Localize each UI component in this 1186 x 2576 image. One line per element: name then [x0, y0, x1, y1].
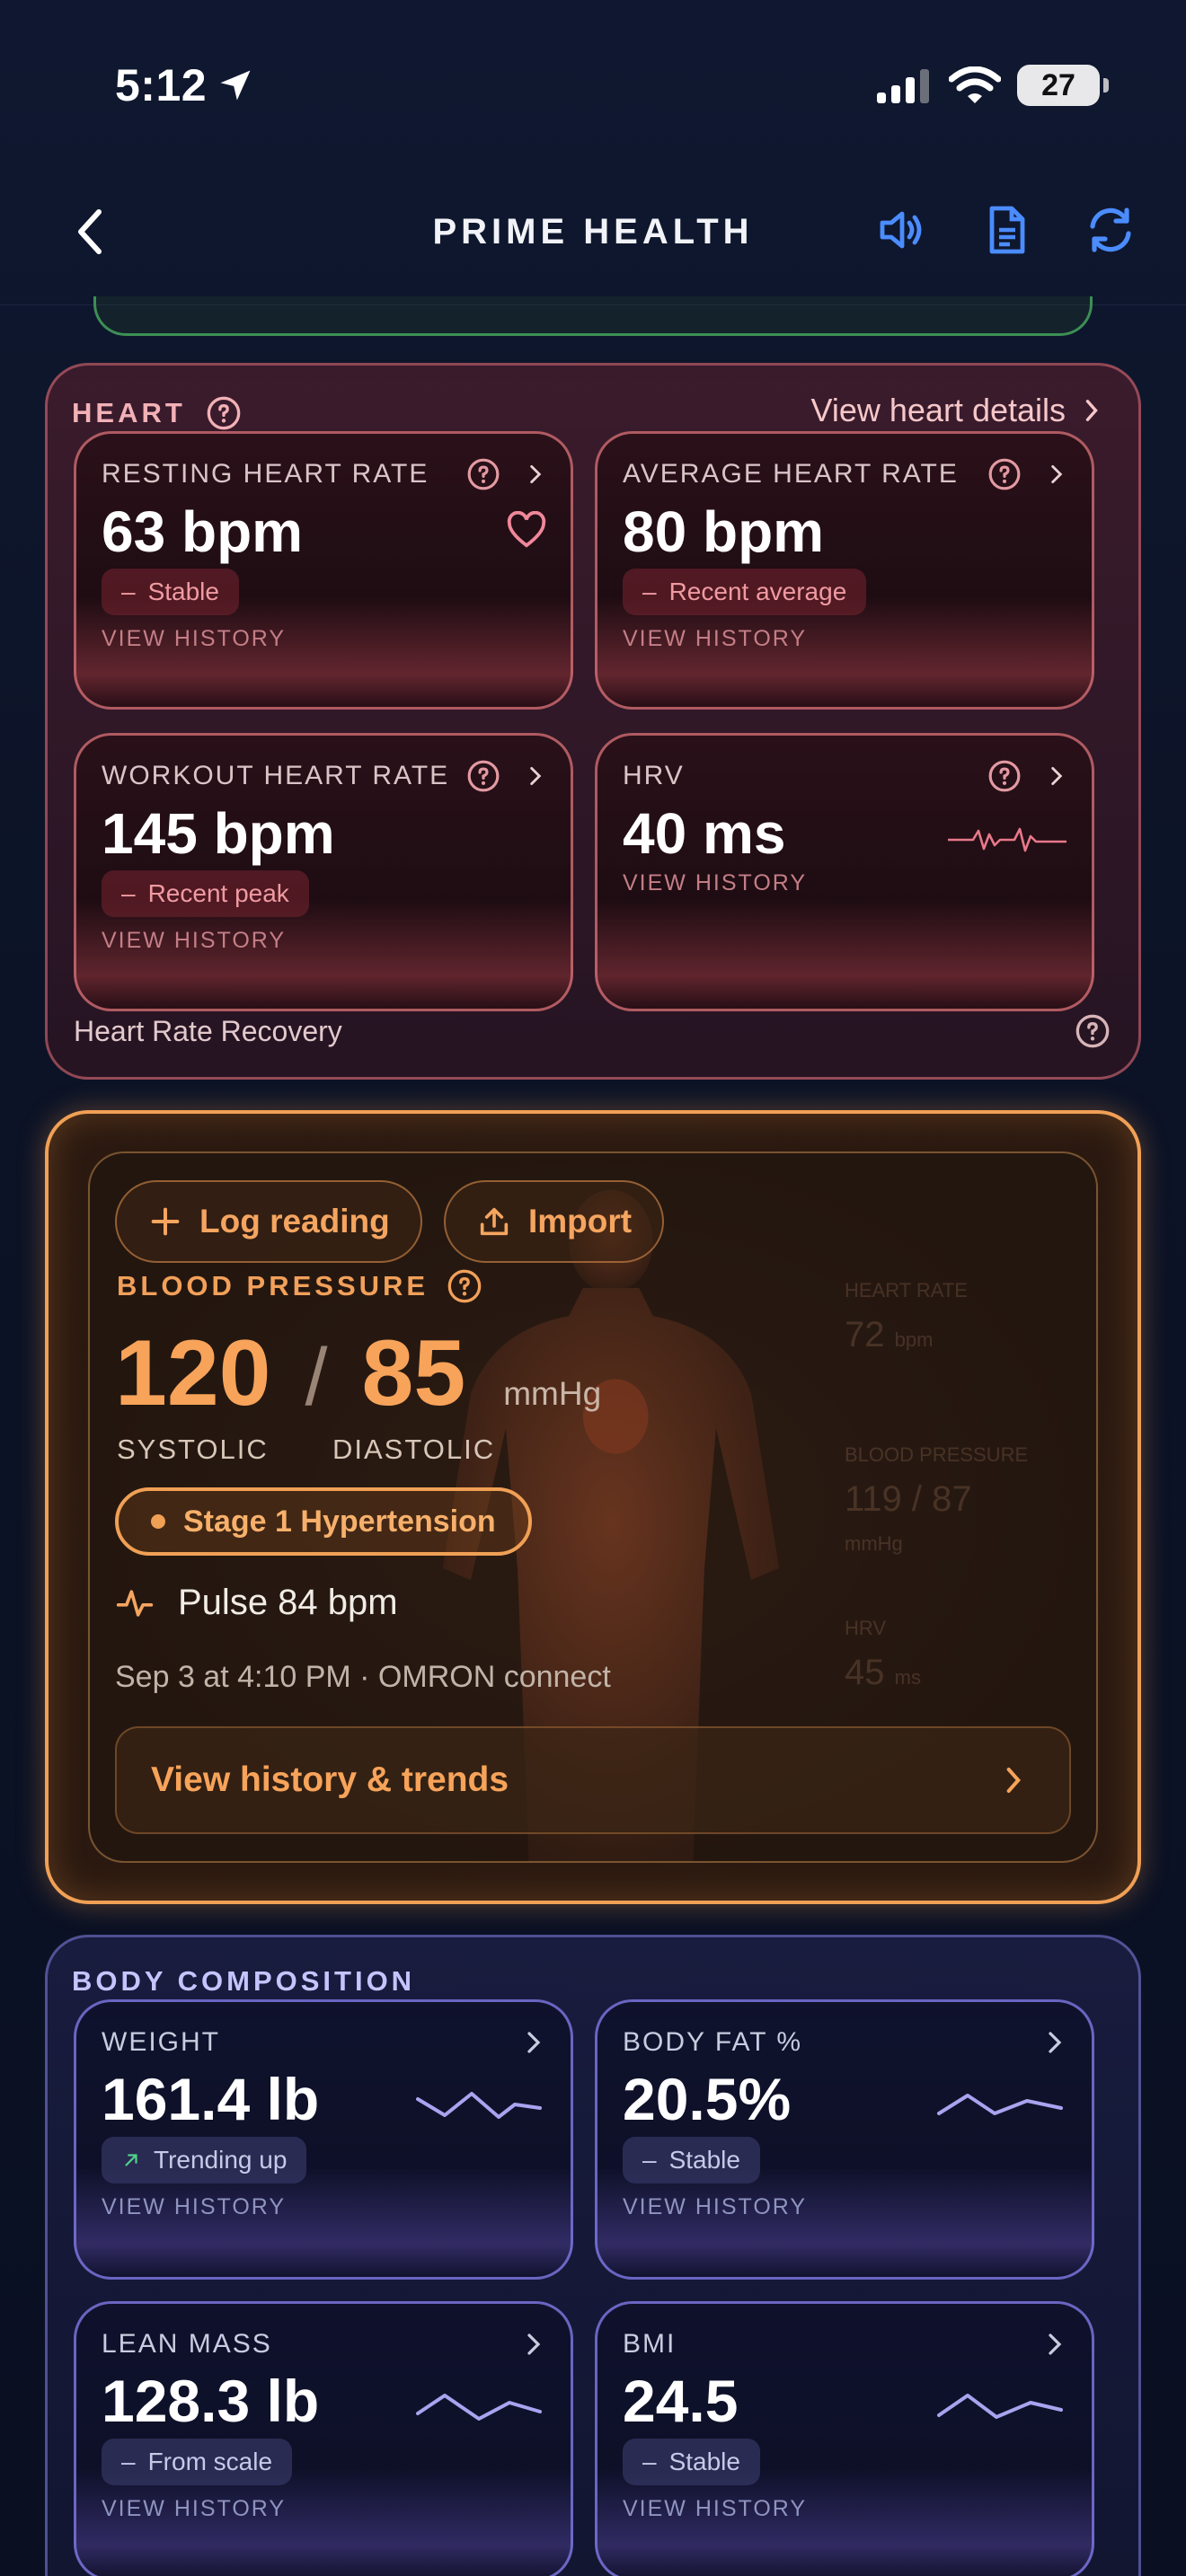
hrv-wave-icon — [948, 827, 1067, 852]
view-history-link[interactable]: VIEW HISTORY — [102, 2194, 286, 2220]
header-actions — [875, 203, 1137, 257]
body-fat-card[interactable]: BODY FAT % 20.5% – Stable VIEW HISTORY — [595, 1999, 1094, 2280]
help-icon[interactable] — [466, 457, 500, 491]
hypertension-stage-badge: Stage 1 Hypertension — [115, 1487, 532, 1556]
help-icon[interactable] — [987, 759, 1022, 793]
trend-up-icon — [125, 2154, 137, 2166]
pulse-icon — [116, 1589, 154, 1617]
dash-icon: – — [121, 578, 136, 605]
chevron-right-icon — [1085, 400, 1098, 421]
bp-unit: mmHg — [503, 1375, 602, 1412]
pulse-reading: Pulse 84 bpm — [115, 1583, 398, 1623]
chevron-right-icon — [527, 2333, 541, 2355]
diastolic-label: DIASTOLIC — [332, 1434, 496, 1465]
view-history-link[interactable]: VIEW HISTORY — [102, 626, 286, 652]
heart-rate-recovery-label: Heart Rate Recovery — [74, 1015, 342, 1047]
lean-mass-card[interactable]: LEAN MASS 128.3 lb – From scale VIEW HIS… — [74, 2301, 573, 2576]
previous-section-edge — [93, 296, 1093, 336]
bmi-card[interactable]: BMI 24.5 – Stable VIEW HISTORY — [595, 2301, 1094, 2576]
heart-section-label: HEART — [72, 395, 242, 431]
ghost-background-readings: HEART RATE 72 bpm BLOOD PRESSURE 119 / 8… — [845, 1279, 1029, 1692]
body-composition-label: BODY COMPOSITION — [72, 1965, 416, 1997]
view-history-trends-button[interactable]: View history & trends — [115, 1726, 1071, 1834]
help-icon[interactable] — [466, 759, 500, 793]
status-badge: – Stable — [623, 2439, 760, 2485]
help-icon[interactable] — [1075, 1013, 1111, 1049]
dash-icon: – — [642, 578, 657, 605]
chevron-right-icon — [1006, 1768, 1022, 1793]
chevron-right-icon — [530, 766, 542, 786]
speaker-icon[interactable] — [875, 203, 929, 257]
diastolic-value: 85 — [361, 1321, 466, 1425]
document-icon[interactable] — [979, 203, 1033, 257]
workout-heart-rate-card[interactable]: WORKOUT HEART RATE 145 bpm – Recent peak… — [74, 733, 573, 1011]
sparkline-icon — [416, 2394, 542, 2421]
dash-icon: – — [121, 2448, 136, 2475]
status-bar: 5:12 27 — [0, 0, 1186, 171]
help-icon[interactable] — [447, 1268, 482, 1304]
help-icon[interactable] — [206, 395, 242, 431]
help-icon[interactable] — [987, 457, 1022, 491]
reading-timestamp: Sep 3 at 4:10 PM · OMRON connect — [115, 1660, 611, 1694]
plus-icon — [151, 1207, 180, 1236]
view-history-link[interactable]: VIEW HISTORY — [623, 2496, 807, 2522]
dash-icon: – — [642, 2146, 657, 2174]
blood-pressure-reading: 120 / 85 mmHg — [115, 1321, 602, 1425]
heart-icon — [507, 511, 546, 548]
view-history-link[interactable]: VIEW HISTORY — [102, 2496, 286, 2522]
status-time: 5:12 — [115, 59, 255, 111]
view-history-link[interactable]: VIEW HISTORY — [623, 626, 807, 652]
status-badge: Trending up — [102, 2137, 307, 2183]
systolic-label: SYSTOLIC — [117, 1434, 269, 1465]
view-history-link[interactable]: VIEW HISTORY — [102, 928, 286, 954]
chevron-right-icon — [527, 2032, 541, 2053]
status-badge: – Stable — [102, 569, 239, 615]
view-history-link[interactable]: VIEW HISTORY — [623, 2194, 807, 2220]
log-reading-button[interactable]: Log reading — [115, 1180, 422, 1263]
status-dot — [151, 1514, 165, 1529]
view-history-link[interactable]: VIEW HISTORY — [623, 870, 807, 896]
chevron-right-icon — [530, 464, 542, 484]
import-button[interactable]: Import — [444, 1180, 665, 1263]
view-heart-details-link[interactable]: View heart details — [811, 392, 1104, 429]
page: 5:12 27 PRIME HEALTH HEART View heart de… — [0, 0, 1186, 2576]
status-badge: – Recent peak — [102, 870, 309, 917]
status-badge: – Recent average — [623, 569, 867, 615]
battery-indicator: 27 — [1017, 65, 1109, 106]
status-badge: – Stable — [623, 2137, 760, 2183]
refresh-icon[interactable] — [1084, 203, 1137, 257]
chevron-right-icon — [1049, 2032, 1062, 2053]
status-badge: – From scale — [102, 2439, 293, 2485]
signal-icon — [877, 69, 929, 103]
chevron-right-icon — [1049, 2333, 1062, 2355]
upload-icon — [480, 1207, 509, 1236]
hrv-card[interactable]: HRV 40 ms VIEW HISTORY — [595, 733, 1094, 1011]
resting-heart-rate-card[interactable]: RESTING HEART RATE 63 bpm – Stable VIEW … — [74, 431, 573, 710]
wifi-icon — [949, 66, 1001, 103]
location-arrow-icon — [220, 70, 251, 101]
dash-icon: – — [642, 2448, 657, 2475]
blood-pressure-label: BLOOD PRESSURE — [117, 1268, 482, 1304]
dash-icon: – — [121, 879, 136, 907]
chevron-right-icon — [1051, 464, 1063, 484]
status-icons: 27 — [877, 65, 1109, 106]
average-heart-rate-card[interactable]: AVERAGE HEART RATE 80 bpm – Recent avera… — [595, 431, 1094, 710]
weight-card[interactable]: WEIGHT 161.4 lb Trending up VIEW HISTORY — [74, 1999, 573, 2280]
systolic-value: 120 — [115, 1321, 271, 1425]
sparkline-icon — [416, 2092, 542, 2119]
sparkline-icon — [937, 2394, 1063, 2419]
chevron-right-icon — [1051, 766, 1063, 786]
sparkline-icon — [937, 2094, 1063, 2115]
